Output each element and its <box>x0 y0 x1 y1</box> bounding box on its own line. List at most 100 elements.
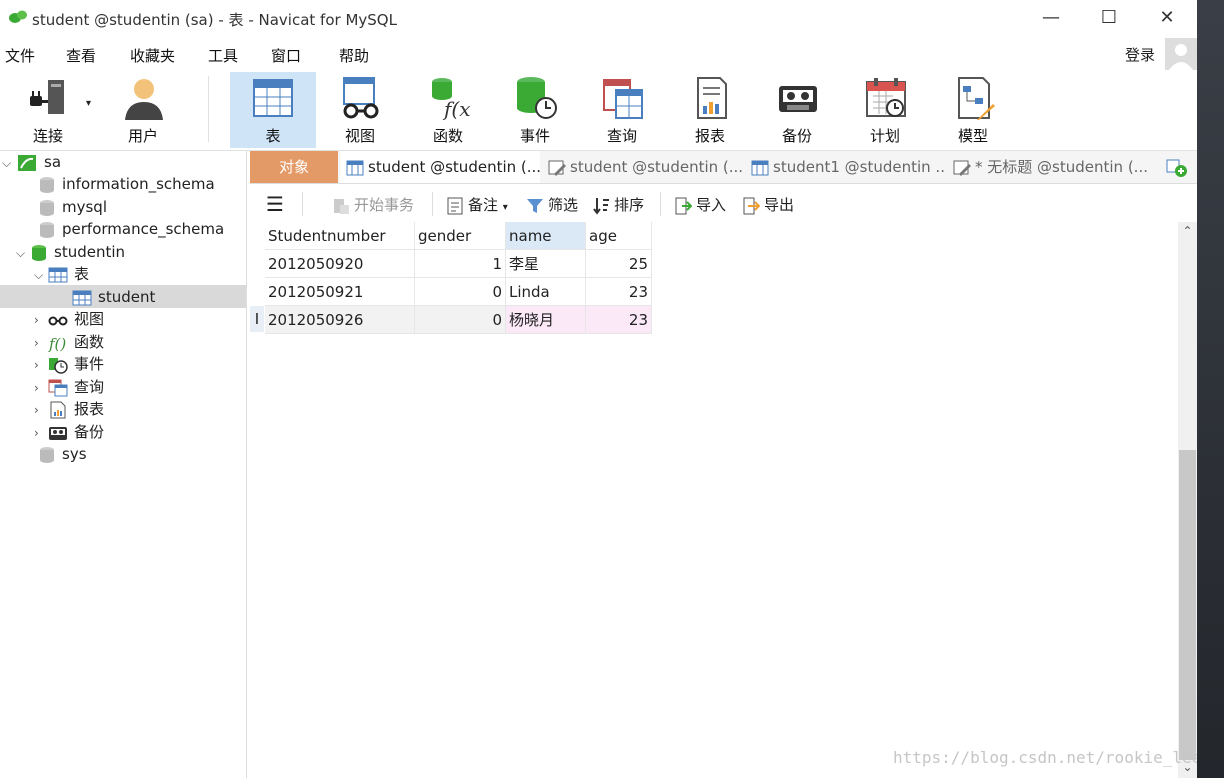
toolbar-report-button[interactable]: 报表 <box>668 72 752 148</box>
chevron-right-icon[interactable]: › <box>34 377 48 399</box>
cell-gender[interactable]: 1 <box>414 249 506 278</box>
toolbar-connect-button[interactable]: ▾ 连接 <box>6 72 91 148</box>
chevron-right-icon[interactable]: › <box>34 309 48 331</box>
database-gray-icon <box>40 446 54 463</box>
dropdown-arrow-icon[interactable]: ▾ <box>503 202 508 213</box>
table-icon <box>72 290 92 305</box>
column-header-studentnumber[interactable]: Studentnumber <box>265 222 415 250</box>
toolbar-event-button[interactable]: 事件 <box>493 72 577 148</box>
column-header-gender[interactable]: gender <box>414 222 506 250</box>
tree-group-tables[interactable]: ⌵ 表 <box>34 263 89 285</box>
note-button[interactable]: 备注 ▾ <box>446 194 508 215</box>
toolbar-function-button[interactable]: f(x) 函数 <box>406 72 490 148</box>
tree-db-information-schema[interactable]: information_schema <box>38 173 215 195</box>
hamburger-menu-icon[interactable]: ☰ <box>266 192 284 216</box>
scrollbar-thumb[interactable] <box>1179 450 1196 760</box>
toolbar-schedule-button[interactable]: 计划 <box>843 72 927 148</box>
tree-connection-sa[interactable]: ⌵ sa <box>2 151 61 173</box>
view-glasses-icon <box>48 316 68 325</box>
query-icon <box>48 379 68 396</box>
toolbar-backup-button[interactable]: 备份 <box>755 72 839 148</box>
menu-file[interactable]: 文件 <box>5 45 35 66</box>
sort-button[interactable]: 排序 <box>592 194 644 215</box>
table-design-icon <box>953 160 971 176</box>
database-gray-icon <box>40 221 54 238</box>
toolbar-table-button[interactable]: 表 <box>230 72 316 148</box>
toolbar-query-button[interactable]: 查询 <box>580 72 664 148</box>
chevron-right-icon[interactable]: › <box>34 332 48 354</box>
tree-db-studentin[interactable]: ⌵ studentin <box>16 241 125 263</box>
cell-studentnumber[interactable]: 2012050921 <box>265 277 415 306</box>
toolbar-model-button[interactable]: 模型 <box>931 72 1015 148</box>
function-icon: f(x) <box>432 78 470 120</box>
row-cursor-indicator: I <box>250 306 264 332</box>
toolbar-user-button[interactable]: 用户 <box>101 72 185 148</box>
scroll-up-icon[interactable]: ⌃ <box>1178 224 1197 238</box>
watermark-text: https://blog.csdn.net/rookie_lee <box>893 748 1197 767</box>
login-link[interactable]: 登录 <box>1125 44 1155 65</box>
cell-studentnumber[interactable]: 2012050920 <box>265 249 415 278</box>
menu-help[interactable]: 帮助 <box>339 45 369 66</box>
chevron-down-icon[interactable]: ⌵ <box>34 264 48 286</box>
vertical-scrollbar[interactable]: ⌃ ⌄ <box>1178 222 1197 778</box>
tab-untitled[interactable]: * 无标题 @studentin (... <box>947 151 1152 183</box>
begin-transaction-button[interactable]: 开始事务 <box>332 194 414 215</box>
maximize-button[interactable]: ☐ <box>1080 0 1138 36</box>
column-header-age[interactable]: age <box>585 222 652 250</box>
minimize-button[interactable]: — <box>1022 0 1080 36</box>
menu-window[interactable]: 窗口 <box>271 45 301 66</box>
close-button[interactable]: ✕ <box>1138 0 1196 36</box>
cell-name[interactable]: 杨晓月 <box>505 305 586 334</box>
tree-db-performance-schema[interactable]: performance_schema <box>38 218 224 240</box>
menu-bar: 文件 查看 收藏夹 工具 窗口 帮助 登录 <box>0 38 1197 70</box>
tree-group-functions[interactable]: › f() 函数 <box>34 331 104 353</box>
cell-name[interactable]: 李星 <box>505 249 586 278</box>
tab-objects[interactable]: 对象 <box>250 151 338 183</box>
cell-age[interactable]: 23 <box>585 305 652 334</box>
tab-student1-table[interactable]: student1 @studentin ... <box>745 151 945 183</box>
table-row[interactable]: 2012050921 0 Linda 23 <box>265 277 652 306</box>
avatar[interactable] <box>1165 38 1197 70</box>
menu-view[interactable]: 查看 <box>66 45 96 66</box>
tree-db-sys[interactable]: sys <box>38 443 87 465</box>
cell-age[interactable]: 23 <box>585 277 652 306</box>
tree-db-mysql[interactable]: mysql <box>38 196 107 218</box>
import-button[interactable]: 导入 <box>674 194 726 215</box>
menu-favorites[interactable]: 收藏夹 <box>130 45 175 66</box>
tab-student-design[interactable]: student @studentin (... <box>542 151 742 183</box>
view-glasses-icon <box>343 77 379 119</box>
export-button[interactable]: 导出 <box>742 194 794 215</box>
tree-group-events[interactable]: › 事件 <box>34 353 104 375</box>
tab-bar: 对象 student @studentin (... student @stud… <box>250 151 1197 184</box>
table-row[interactable]: 2012050920 1 李星 25 <box>265 249 652 278</box>
tree-group-queries[interactable]: › 查询 <box>34 376 104 398</box>
tree-group-reports[interactable]: › 报表 <box>34 398 104 420</box>
filter-button[interactable]: 筛选 <box>526 194 578 215</box>
chevron-down-icon[interactable]: ⌵ <box>2 152 16 174</box>
import-icon <box>675 197 692 214</box>
new-tab-button[interactable] <box>1156 151 1196 183</box>
tree-table-student[interactable]: student <box>72 286 155 308</box>
menu-tools[interactable]: 工具 <box>208 45 238 66</box>
tree-group-views[interactable]: › 视图 <box>34 308 104 330</box>
table-design-icon <box>548 160 566 176</box>
cell-gender[interactable]: 0 <box>414 277 506 306</box>
chevron-right-icon[interactable]: › <box>34 354 48 376</box>
database-green-icon <box>32 244 46 261</box>
cell-name[interactable]: Linda <box>505 277 586 306</box>
cell-age[interactable]: 25 <box>585 249 652 278</box>
tab-student-table[interactable]: student @studentin (... <box>340 151 540 183</box>
cell-studentnumber[interactable]: 2012050926 <box>265 305 415 334</box>
user-avatar-icon <box>1169 44 1193 70</box>
cell-gender[interactable]: 0 <box>414 305 506 334</box>
chevron-right-icon[interactable]: › <box>34 422 48 444</box>
column-header-name[interactable]: name <box>505 222 586 250</box>
toolbar-view-button[interactable]: 视图 <box>318 72 402 148</box>
tree-group-backups[interactable]: › 备份 <box>34 421 104 443</box>
toolbar-separator <box>208 76 209 142</box>
chevron-down-icon[interactable]: ⌵ <box>16 242 30 264</box>
chevron-right-icon[interactable]: › <box>34 399 48 421</box>
filter-funnel-icon <box>527 198 543 213</box>
table-row[interactable]: 2012050926 0 杨晓月 23 <box>265 305 652 334</box>
calendar-icon <box>866 78 906 117</box>
